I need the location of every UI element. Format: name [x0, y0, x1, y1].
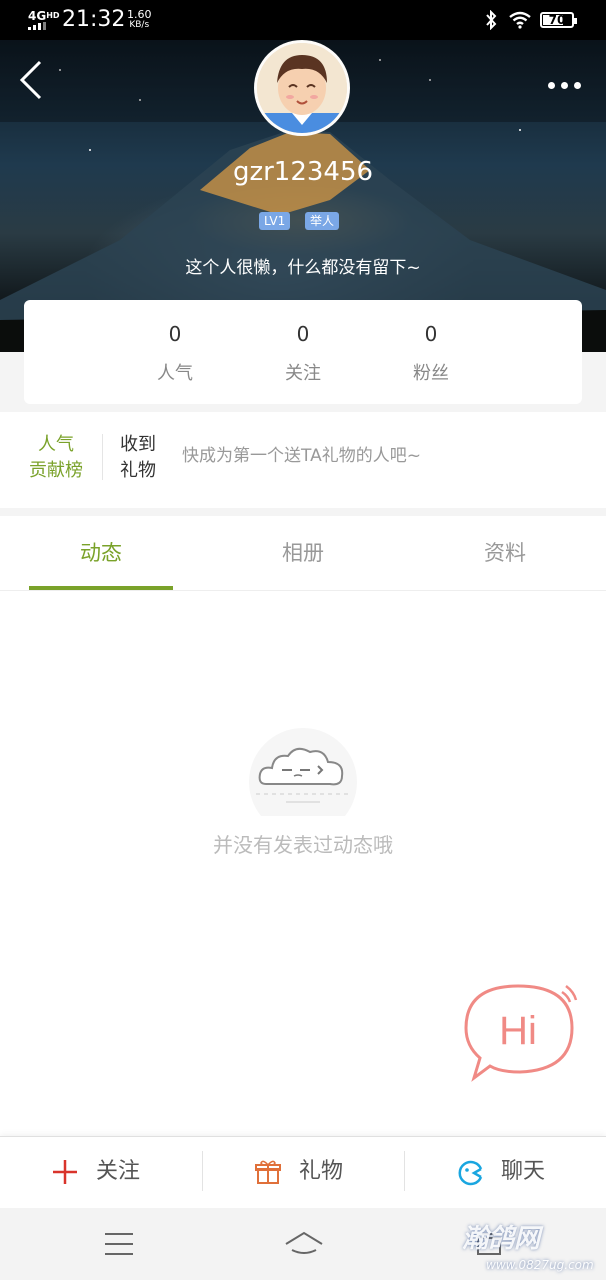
active-tab-indicator	[29, 586, 173, 590]
chat-button[interactable]: 聊天	[405, 1137, 606, 1209]
network-type: 4GHD	[28, 9, 60, 23]
follow-label: 关注	[96, 1159, 141, 1184]
stat-following[interactable]: 0 关注	[263, 320, 343, 386]
gift-row[interactable]: 人气 贡献榜 收到 礼物 快成为第一个送TA礼物的人吧~	[0, 412, 606, 508]
home-icon[interactable]	[284, 1230, 324, 1258]
signal-icon	[28, 22, 48, 30]
stat-popularity[interactable]: 0 人气	[135, 320, 215, 386]
more-options-button[interactable]	[548, 74, 587, 93]
tab-profile-info[interactable]: 资料	[404, 538, 606, 568]
tab-moments[interactable]: 动态	[0, 538, 202, 568]
received-gifts-label: 收到 礼物	[120, 434, 156, 481]
avatar-face-image	[257, 43, 347, 133]
title-badge: 举人	[305, 212, 340, 230]
gift-tip: 快成为第一个送TA礼物的人吧~	[182, 446, 421, 466]
stat-label: 粉丝	[413, 363, 449, 384]
stat-value: 0	[424, 322, 438, 346]
profile-action-bar: 关注 礼物 聊天	[0, 1136, 606, 1209]
section-divider	[0, 508, 606, 516]
stats-card: 0 人气 0 关注 0 粉丝	[24, 300, 582, 404]
contribution-rank-link[interactable]: 人气 贡献榜	[24, 432, 88, 484]
bluetooth-icon	[486, 10, 497, 30]
chat-icon	[458, 1160, 483, 1186]
menu-icon[interactable]	[104, 1232, 134, 1256]
stat-label: 关注	[285, 363, 321, 384]
empty-state-text: 并没有发表过动态哦	[213, 833, 393, 857]
divider	[102, 434, 103, 480]
wifi-icon	[509, 11, 531, 29]
status-bar: 4GHD 21:32 1.60 KB/s 70	[0, 0, 606, 40]
chat-label: 聊天	[501, 1159, 546, 1184]
battery-level: 70	[548, 13, 566, 27]
empty-cloud-icon	[249, 728, 357, 816]
gift-button[interactable]: 礼物	[203, 1137, 405, 1209]
gift-icon	[255, 1160, 281, 1184]
profile-tabs: 动态 相册 资料	[0, 516, 606, 591]
plus-icon	[53, 1160, 77, 1184]
hi-label: Hi	[499, 1009, 537, 1053]
watermark-url: www.0827ug.com	[486, 1258, 594, 1272]
status-time: 21:32	[62, 7, 126, 32]
battery-icon: 70	[540, 12, 577, 28]
stat-value: 0	[296, 322, 310, 346]
avatar[interactable]	[254, 40, 350, 136]
follow-button[interactable]: 关注	[0, 1137, 202, 1209]
tab-album[interactable]: 相册	[202, 538, 404, 568]
stat-value: 0	[168, 322, 182, 346]
gift-label: 礼物	[299, 1159, 344, 1184]
hi-greeting-button[interactable]: Hi	[460, 982, 580, 1082]
network-speed: 1.60 KB/s	[127, 8, 152, 30]
username: gzr123456	[232, 157, 374, 187]
stat-label: 人气	[157, 363, 193, 384]
level-badge: LV1	[259, 212, 291, 230]
watermark-logo: 瀚鸽网	[462, 1224, 541, 1254]
back-button[interactable]	[16, 58, 46, 102]
stat-fans[interactable]: 0 粉丝	[391, 320, 471, 386]
user-bio: 这个人很懒，什么都没有留下~	[185, 258, 421, 278]
